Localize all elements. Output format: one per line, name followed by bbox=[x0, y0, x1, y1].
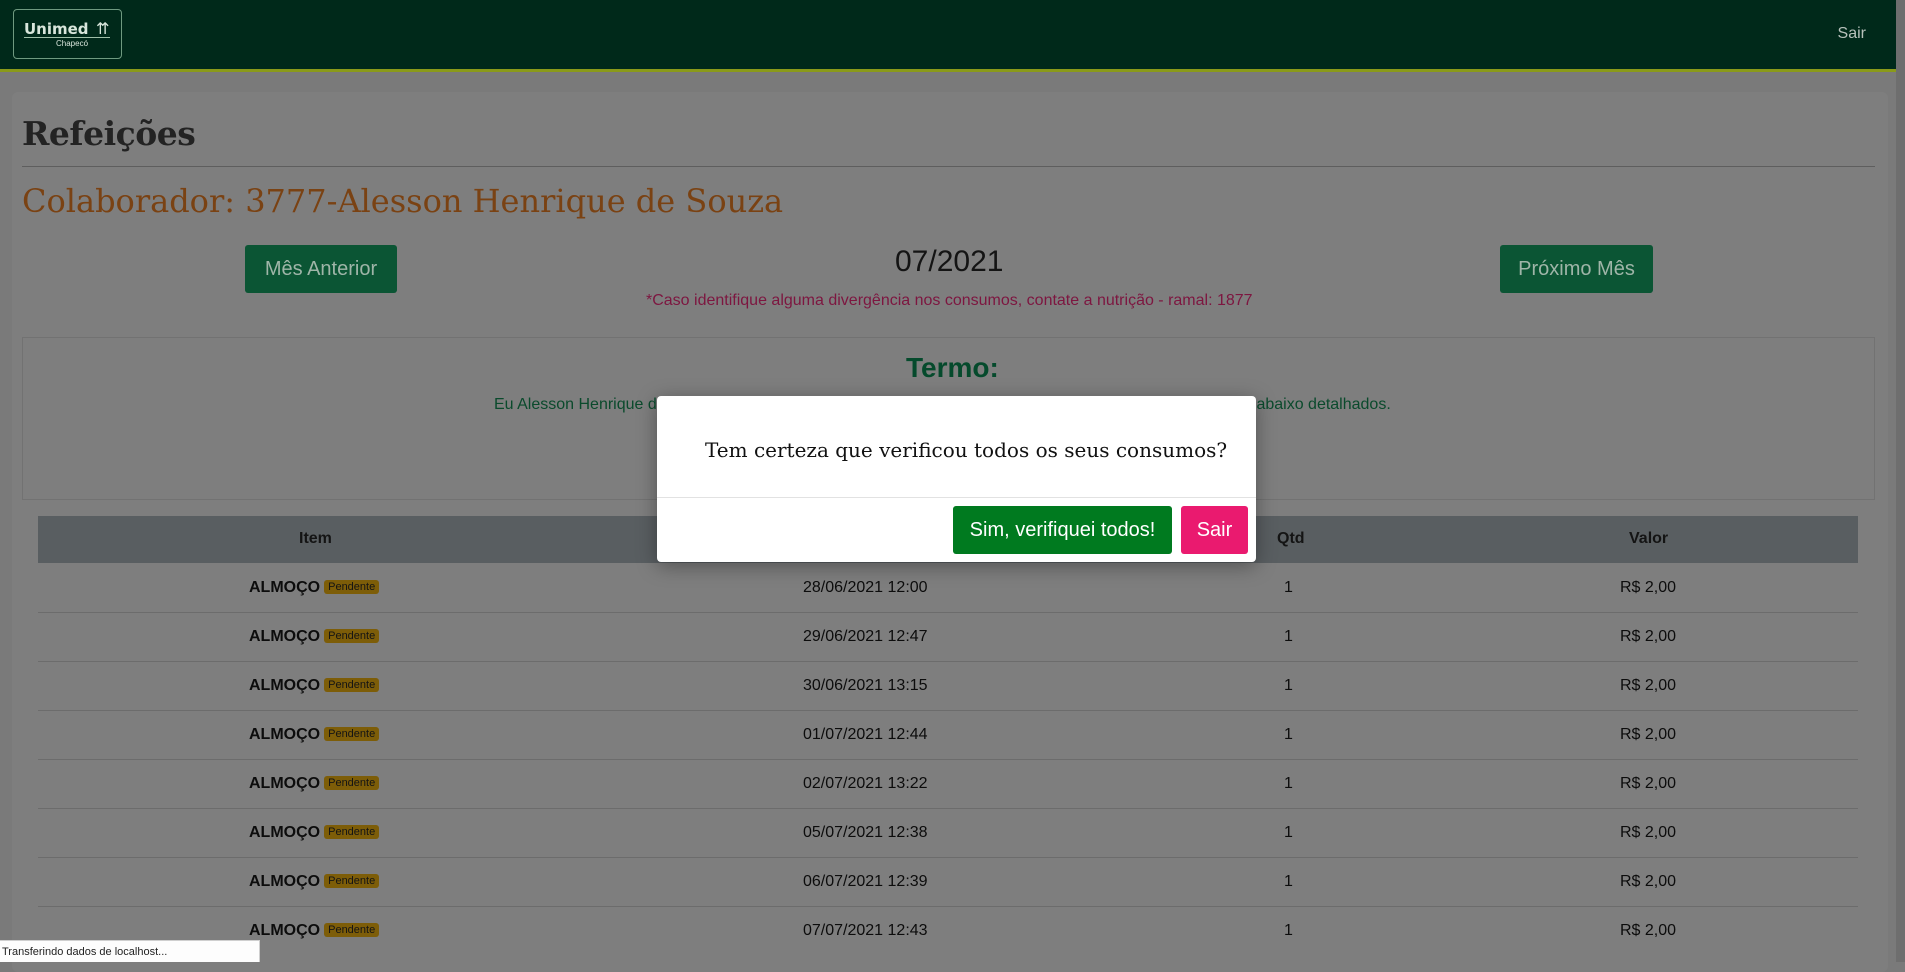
qtd-cell: 1 bbox=[1284, 824, 1293, 841]
valor-cell: R$ 2,00 bbox=[1620, 628, 1677, 645]
item-cell: ALMOÇO Pendente bbox=[249, 726, 380, 744]
logo-sub: Chapecó bbox=[56, 39, 89, 48]
status-badge: Pendente bbox=[324, 727, 380, 741]
unimed-logo[interactable]: Unimed ⇈ Chapecó bbox=[13, 9, 122, 59]
cancel-button[interactable]: Sair bbox=[1181, 506, 1248, 554]
valor-cell: R$ 2,00 bbox=[1620, 775, 1677, 792]
column-header-qtd: Qtd bbox=[1277, 530, 1305, 547]
column-header-item: Item bbox=[299, 530, 332, 547]
table-row: ALMOÇO Pendente 01/07/2021 12:44 1 R$ 2,0… bbox=[38, 710, 1858, 760]
item-cell: ALMOÇO Pendente bbox=[249, 922, 380, 940]
item-cell: ALMOÇO Pendente bbox=[249, 775, 380, 793]
table-row: ALMOÇO Pendente 28/06/2021 12:00 1 R$ 2,0… bbox=[38, 563, 1858, 613]
status-badge: Pendente bbox=[324, 580, 380, 594]
datetime-cell: 07/07/2021 12:43 bbox=[803, 922, 928, 939]
status-badge: Pendente bbox=[324, 825, 380, 839]
qtd-cell: 1 bbox=[1284, 628, 1293, 645]
status-badge: Pendente bbox=[324, 923, 380, 937]
qtd-cell: 1 bbox=[1284, 775, 1293, 792]
item-name: ALMOÇO bbox=[249, 775, 321, 792]
valor-cell: R$ 2,00 bbox=[1620, 579, 1677, 596]
item-name: ALMOÇO bbox=[249, 824, 321, 841]
item-cell: ALMOÇO Pendente bbox=[249, 677, 380, 695]
datetime-cell: 01/07/2021 12:44 bbox=[803, 726, 928, 743]
status-badge: Pendente bbox=[324, 874, 380, 888]
dialog-divider bbox=[657, 497, 1256, 498]
valor-cell: R$ 2,00 bbox=[1620, 677, 1677, 694]
logout-link[interactable]: Sair bbox=[1838, 25, 1866, 43]
item-name: ALMOÇO bbox=[249, 726, 321, 743]
valor-cell: R$ 2,00 bbox=[1620, 824, 1677, 841]
termo-title: Termo: bbox=[906, 352, 999, 383]
item-name: ALMOÇO bbox=[249, 922, 321, 939]
item-name: ALMOÇO bbox=[249, 579, 321, 596]
table-row: ALMOÇO Pendente 29/06/2021 12:47 1 R$ 2,0… bbox=[38, 612, 1858, 662]
datetime-cell: 30/06/2021 13:15 bbox=[803, 677, 928, 694]
page-title: Refeições bbox=[22, 114, 196, 153]
qtd-cell: 1 bbox=[1284, 677, 1293, 694]
qtd-cell: 1 bbox=[1284, 873, 1293, 890]
valor-cell: R$ 2,00 bbox=[1620, 873, 1677, 890]
table-row: ALMOÇO Pendente 05/07/2021 12:38 1 R$ 2,0… bbox=[38, 808, 1858, 858]
previous-month-button[interactable]: Mês Anterior bbox=[245, 245, 397, 293]
qtd-cell: 1 bbox=[1284, 579, 1293, 596]
logo-name: Unimed bbox=[24, 20, 89, 38]
page-scrollbar[interactable] bbox=[1896, 0, 1905, 962]
title-divider bbox=[22, 166, 1875, 167]
datetime-cell: 06/07/2021 12:39 bbox=[803, 873, 928, 890]
table-row: ALMOÇO Pendente 02/07/2021 13:22 1 R$ 2,0… bbox=[38, 759, 1858, 809]
termo-text-left: Eu Alesson Henrique d bbox=[494, 396, 657, 413]
item-cell: ALMOÇO Pendente bbox=[249, 579, 380, 597]
status-badge: Pendente bbox=[324, 678, 380, 692]
current-month: 07/2021 bbox=[895, 245, 1004, 278]
next-month-button[interactable]: Próximo Mês bbox=[1500, 245, 1653, 293]
collaborator-name: Colaborador: 3777-Alesson Henrique de So… bbox=[22, 182, 784, 220]
datetime-cell: 29/06/2021 12:47 bbox=[803, 628, 928, 645]
valor-cell: R$ 2,00 bbox=[1620, 922, 1677, 939]
table-row: ALMOÇO Pendente 06/07/2021 12:39 1 R$ 2,0… bbox=[38, 857, 1858, 907]
status-badge: Pendente bbox=[324, 776, 380, 790]
table-row: ALMOÇO Pendente 30/06/2021 13:15 1 R$ 2,0… bbox=[38, 661, 1858, 711]
termo-text-right: s abaixo detalhados. bbox=[1244, 396, 1391, 413]
datetime-cell: 02/07/2021 13:22 bbox=[803, 775, 928, 792]
item-name: ALMOÇO bbox=[249, 677, 321, 694]
top-navbar: Unimed ⇈ Chapecó Sair bbox=[0, 0, 1896, 72]
confirm-button[interactable]: Sim, verifiquei todos! bbox=[953, 506, 1172, 554]
qtd-cell: 1 bbox=[1284, 726, 1293, 743]
column-header-valor: Valor bbox=[1629, 530, 1669, 547]
datetime-cell: 28/06/2021 12:00 bbox=[803, 579, 928, 596]
logo-divider bbox=[24, 37, 110, 38]
item-cell: ALMOÇO Pendente bbox=[249, 628, 380, 646]
datetime-cell: 05/07/2021 12:38 bbox=[803, 824, 928, 841]
item-cell: ALMOÇO Pendente bbox=[249, 873, 380, 891]
table-row: ALMOÇO Pendente 07/07/2021 12:43 1 R$ 2,0… bbox=[38, 906, 1858, 946]
divergence-warning: *Caso identifique alguma divergência nos… bbox=[646, 292, 1253, 309]
item-cell: ALMOÇO Pendente bbox=[249, 824, 380, 842]
valor-cell: R$ 2,00 bbox=[1620, 726, 1677, 743]
dialog-question: Tem certeza que verificou todos os seus … bbox=[705, 438, 1228, 462]
status-badge: Pendente bbox=[324, 629, 380, 643]
browser-status-bar: Transferindo dados de localhost... bbox=[0, 940, 260, 962]
qtd-cell: 1 bbox=[1284, 922, 1293, 939]
unimed-tree-icon: ⇈ bbox=[96, 21, 110, 38]
item-name: ALMOÇO bbox=[249, 873, 321, 890]
item-name: ALMOÇO bbox=[249, 628, 321, 645]
confirm-dialog: Tem certeza que verificou todos os seus … bbox=[657, 396, 1256, 562]
